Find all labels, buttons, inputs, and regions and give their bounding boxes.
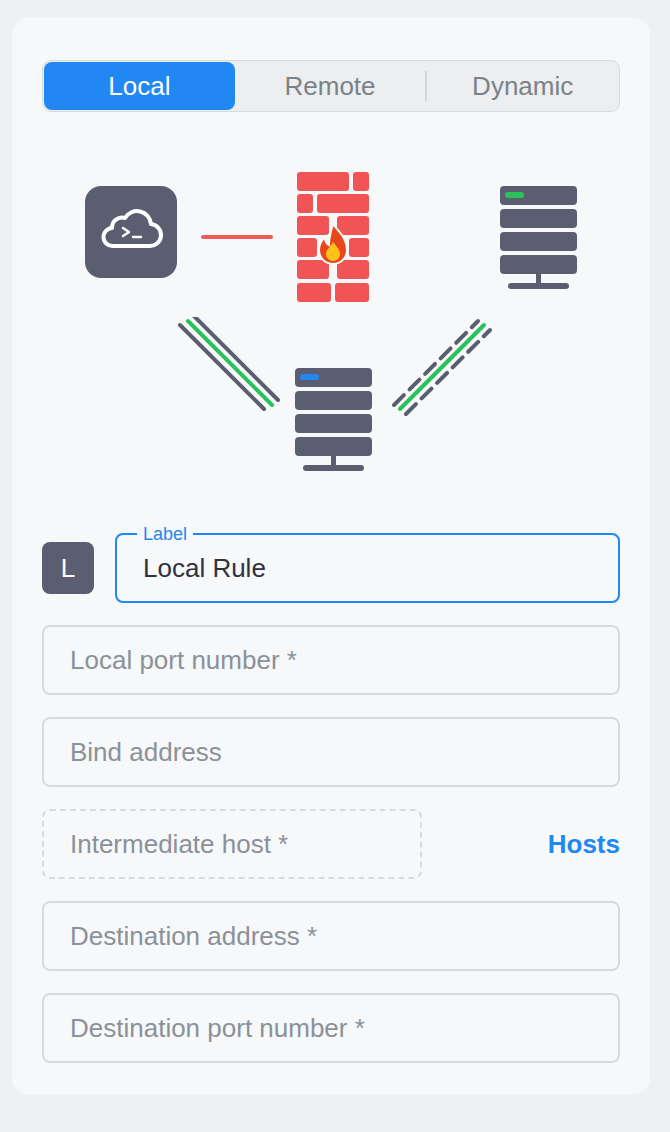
firewall-icon xyxy=(297,172,369,302)
text-input[interactable] xyxy=(42,901,620,971)
field-row: Hosts xyxy=(42,809,620,879)
rule-type-badge: L xyxy=(42,542,94,594)
tunnel-lines xyxy=(172,317,492,427)
field-row xyxy=(42,901,620,971)
text-input[interactable] xyxy=(42,993,620,1063)
host-select[interactable] xyxy=(42,809,422,879)
hosts-link[interactable]: Hosts xyxy=(548,825,620,864)
field-row xyxy=(42,717,620,787)
mode-tab[interactable]: Remote xyxy=(235,62,426,110)
jump-server-icon xyxy=(295,368,372,472)
text-input[interactable] xyxy=(42,717,620,787)
label-caption: Label xyxy=(137,523,193,545)
tunnel-diagram xyxy=(42,112,620,533)
label-row: L Label xyxy=(42,533,620,603)
label-field: Label xyxy=(115,533,620,603)
text-input[interactable] xyxy=(42,625,620,695)
blocked-link xyxy=(201,235,273,239)
server-icon xyxy=(500,186,577,290)
field-row xyxy=(42,993,620,1063)
rule-card: LocalRemoteDynamic xyxy=(12,18,650,1094)
field-row xyxy=(42,625,620,695)
mode-tab[interactable]: Local xyxy=(44,62,235,110)
terminal-icon xyxy=(85,186,177,278)
mode-tabs: LocalRemoteDynamic xyxy=(42,60,620,112)
rule-form: L Label Hosts xyxy=(42,533,620,1093)
mode-tab[interactable]: Dynamic xyxy=(425,71,618,101)
